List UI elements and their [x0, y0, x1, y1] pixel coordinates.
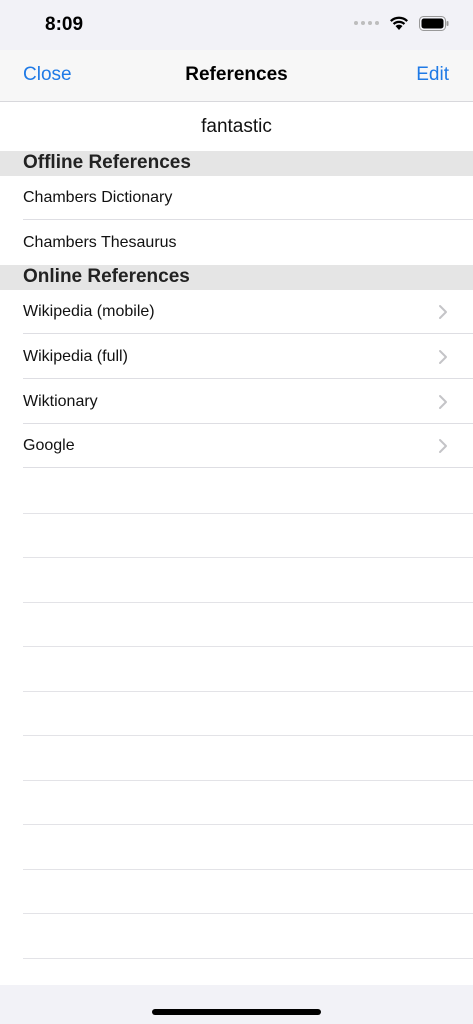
section-header-online: Online References	[0, 265, 473, 290]
empty-row-separator	[23, 513, 473, 514]
reference-label: Wikipedia (full)	[23, 348, 128, 365]
nav-title: References	[185, 64, 288, 85]
row-separator	[23, 467, 473, 468]
chevron-right-icon	[439, 439, 447, 453]
empty-row-separator	[23, 913, 473, 914]
reference-label: Wiktionary	[23, 393, 98, 410]
row-separator	[23, 219, 473, 220]
empty-row-separator	[23, 691, 473, 692]
status-icons	[354, 15, 449, 31]
wifi-icon	[390, 16, 408, 30]
reference-row-google[interactable]: Google	[0, 424, 473, 468]
empty-row-separator	[23, 557, 473, 558]
row-separator	[23, 378, 473, 379]
empty-row-separator	[23, 780, 473, 781]
edit-button[interactable]: Edit	[416, 64, 449, 86]
reference-label: Google	[23, 437, 75, 454]
empty-row-separator	[23, 869, 473, 870]
empty-row-separator	[23, 602, 473, 603]
reference-row-chambers-dictionary[interactable]: Chambers Dictionary	[0, 176, 473, 220]
battery-icon	[419, 15, 449, 31]
home-indicator[interactable]	[152, 1009, 321, 1015]
reference-row-wikipedia-mobile[interactable]: Wikipedia (mobile)	[0, 290, 473, 334]
chevron-right-icon	[439, 305, 447, 319]
reference-row-chambers-thesaurus[interactable]: Chambers Thesaurus	[0, 221, 473, 265]
status-bar: 8:09	[0, 0, 473, 50]
reference-label: Wikipedia (mobile)	[23, 303, 155, 320]
section-header-offline: Offline References	[0, 151, 473, 176]
empty-row-separator	[23, 958, 473, 959]
reference-label: Chambers Thesaurus	[23, 234, 177, 251]
cellular-signal-icon	[354, 21, 379, 25]
navigation-bar: Close References Edit	[0, 50, 473, 102]
section-title: Offline References	[23, 152, 191, 173]
row-separator	[23, 333, 473, 334]
search-word: fantastic	[201, 116, 272, 137]
reference-row-wiktionary[interactable]: Wiktionary	[0, 380, 473, 424]
empty-row-separator	[23, 646, 473, 647]
section-title: Online References	[23, 266, 190, 287]
reference-label: Chambers Dictionary	[23, 189, 173, 206]
home-indicator-area	[0, 985, 473, 1024]
empty-row-separator	[23, 824, 473, 825]
reference-row-wikipedia-full[interactable]: Wikipedia (full)	[0, 335, 473, 379]
chevron-right-icon	[439, 395, 447, 409]
chevron-right-icon	[439, 350, 447, 364]
status-time: 8:09	[45, 14, 84, 35]
empty-row-separator	[23, 735, 473, 736]
